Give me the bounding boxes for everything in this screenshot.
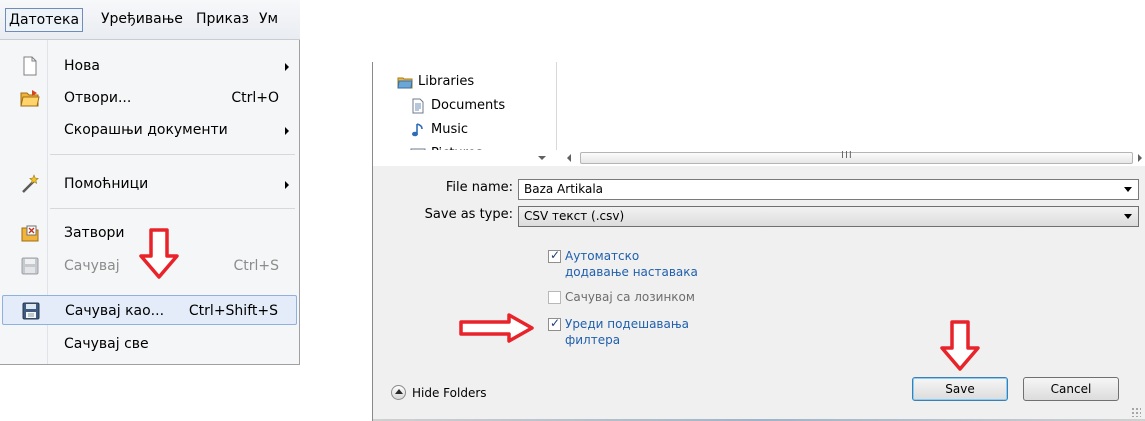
menu-item-label: Сачувај све xyxy=(64,336,149,352)
collapse-up-icon xyxy=(391,385,406,400)
annotation-arrow-right-icon xyxy=(459,313,534,343)
pane-divider xyxy=(556,62,557,150)
file-name-input[interactable]: Baza Artikala xyxy=(518,179,1139,200)
folder-tree: Libraries Documents Music Pictures III xyxy=(373,62,1145,166)
submenu-arrow-icon xyxy=(285,181,289,189)
horizontal-scrollbar[interactable]: III xyxy=(373,150,1145,166)
menu-item-label: Нова xyxy=(64,58,100,74)
close-document-icon xyxy=(21,225,39,242)
open-folder-icon xyxy=(20,90,40,107)
cancel-button[interactable]: Cancel xyxy=(1023,377,1119,401)
shortcut-label: Ctrl+S xyxy=(233,258,279,274)
menu-item-save-all[interactable]: Сачувај све xyxy=(2,329,297,359)
menu-item-label: Затвори xyxy=(64,225,125,241)
menu-item-new[interactable]: Нова xyxy=(2,51,297,81)
menu-separator xyxy=(50,154,295,155)
menu-edit[interactable]: Уређивање xyxy=(98,8,186,32)
documents-icon xyxy=(412,98,424,114)
save-disk-icon xyxy=(21,257,39,275)
auto-extension-label[interactable]: Аутоматско додавање наставака xyxy=(565,248,698,280)
menu-item-label: Сачувај xyxy=(64,258,120,274)
menu-tools[interactable]: Ум xyxy=(256,8,281,32)
save-with-password-checkbox[interactable] xyxy=(548,291,561,304)
annotation-arrow-down-icon xyxy=(940,320,980,371)
submenu-arrow-icon xyxy=(285,127,289,135)
file-menu-panel: Датотека Уређивање Приказ Ум Нова Отвори… xyxy=(0,0,300,365)
menu-item-save-as[interactable]: Сачувај као... Ctrl+Shift+S xyxy=(2,295,297,325)
save-with-password-label[interactable]: Сачувај са лозинком xyxy=(565,289,695,305)
libraries-icon xyxy=(397,77,413,89)
annotation-arrow-down-icon xyxy=(139,228,179,279)
menu-item-wizards[interactable]: Помоћници xyxy=(2,169,297,199)
auto-extension-checkbox[interactable] xyxy=(548,248,561,263)
dropdown-arrow-icon[interactable] xyxy=(1124,214,1132,219)
save-type-label: Save as type: xyxy=(424,207,513,222)
collapse-arrow-icon[interactable] xyxy=(538,156,546,160)
edit-filter-settings-label[interactable]: Уреди подешавања филтера xyxy=(565,316,689,348)
file-name-value: Baza Artikala xyxy=(524,182,604,196)
scrollbar-thumb[interactable]: III xyxy=(580,150,1133,164)
edit-filter-settings-checkbox[interactable] xyxy=(548,316,561,331)
submenu-arrow-icon xyxy=(285,63,289,71)
save-type-select[interactable]: CSV текст (.csv) xyxy=(518,206,1139,227)
file-menu-dropdown: Нова Отвори... Ctrl+O Скорашњи документи… xyxy=(0,40,300,365)
menu-item-open[interactable]: Отвори... Ctrl+O xyxy=(2,83,297,113)
shortcut-label: Ctrl+O xyxy=(231,90,279,106)
menu-view[interactable]: Приказ xyxy=(193,8,252,32)
resize-grip[interactable] xyxy=(1131,407,1141,417)
file-name-label: File name: xyxy=(445,180,513,195)
save-as-dialog: Libraries Documents Music Pictures III xyxy=(372,62,1145,421)
hide-folders-label: Hide Folders xyxy=(412,386,487,400)
menu-item-label: Сачувај као... xyxy=(65,303,165,319)
scrollbar-grip: III xyxy=(841,150,853,161)
menu-item-label: Отвори... xyxy=(64,90,132,106)
tree-item-label: Documents xyxy=(431,98,506,113)
menu-file[interactable]: Датотека xyxy=(5,8,84,32)
wizard-wand-icon xyxy=(22,174,39,193)
tree-item-label: Music xyxy=(431,122,468,137)
menu-bar: Датотека Уређивање Приказ Ум xyxy=(0,0,300,40)
scroll-left-arrow-icon[interactable] xyxy=(567,154,571,162)
new-document-icon xyxy=(23,56,37,76)
shortcut-label: Ctrl+Shift+S xyxy=(188,303,278,319)
menu-separator xyxy=(50,208,295,209)
dropdown-arrow-icon[interactable] xyxy=(1124,187,1132,192)
save-button[interactable]: Save xyxy=(912,377,1008,401)
option-label-line: Уреди подешавања xyxy=(565,317,689,331)
option-label-line: филтера xyxy=(565,333,621,347)
tree-item-label: Libraries xyxy=(418,74,475,89)
option-label-line: додавање наставака xyxy=(565,265,698,279)
menu-item-label: Скорашњи документи xyxy=(64,122,228,138)
scroll-right-arrow-icon[interactable] xyxy=(1138,154,1142,162)
menu-item-recent-documents[interactable]: Скорашњи документи xyxy=(2,115,297,145)
menu-item-label: Помоћници xyxy=(64,176,149,192)
music-icon xyxy=(412,123,423,137)
save-type-value: CSV текст (.csv) xyxy=(524,209,625,223)
save-as-disk-icon xyxy=(22,302,40,320)
option-label-line: Аутоматско xyxy=(565,249,640,263)
option-label-line: Сачувај са лозинком xyxy=(565,290,695,304)
